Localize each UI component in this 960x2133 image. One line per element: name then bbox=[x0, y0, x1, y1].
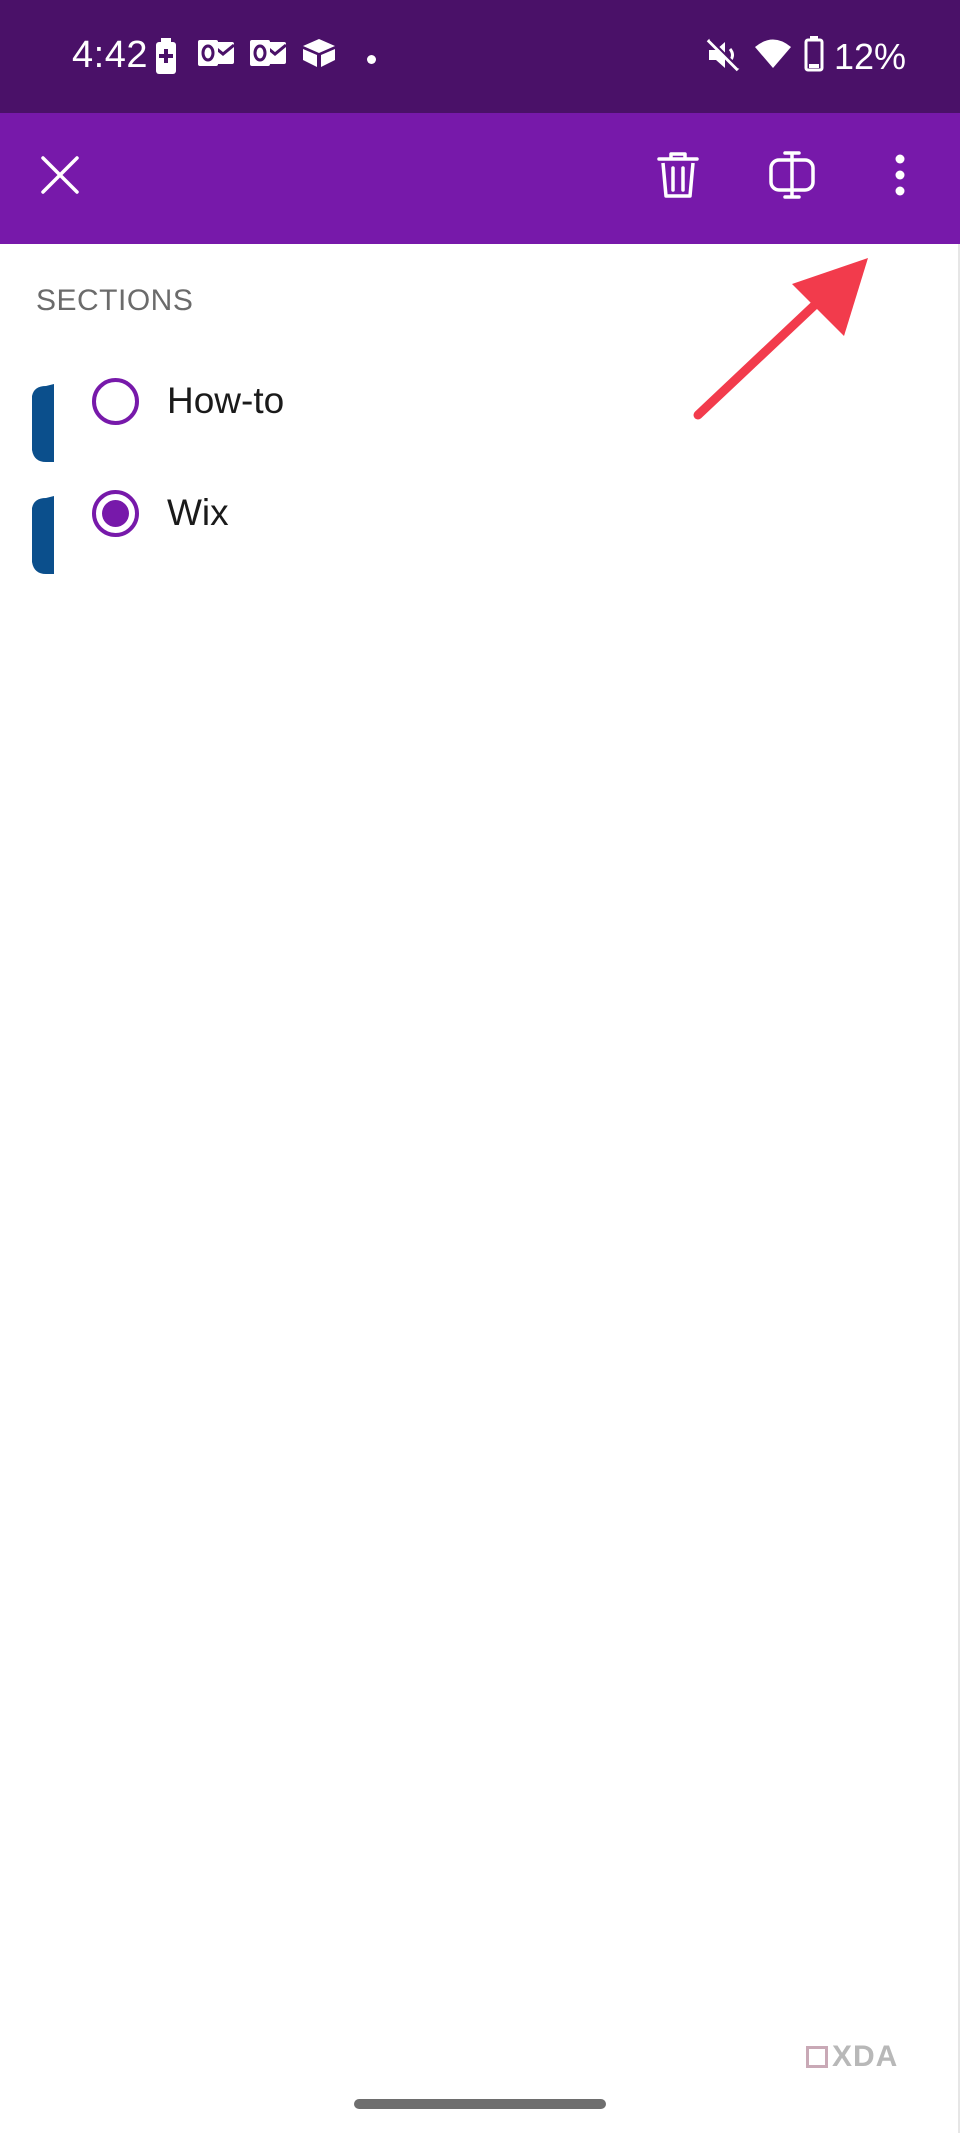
box-icon bbox=[302, 38, 336, 73]
delete-icon bbox=[657, 151, 699, 204]
battery-icon bbox=[804, 36, 824, 77]
section-label: Wix bbox=[167, 492, 229, 533]
delete-button[interactable] bbox=[648, 141, 708, 213]
split-view-button[interactable] bbox=[762, 141, 822, 213]
status-time: 4:42 bbox=[72, 34, 148, 76]
xda-watermark: XDA bbox=[806, 2040, 898, 2074]
red-arrow-annotation bbox=[690, 250, 880, 435]
more-options-button[interactable] bbox=[870, 141, 930, 213]
gesture-nav-bar[interactable] bbox=[354, 2099, 606, 2109]
outlook-icon bbox=[198, 38, 235, 73]
battery-saver-icon bbox=[154, 38, 178, 81]
outlook-icon bbox=[250, 38, 287, 73]
battery-percent: 12% bbox=[834, 36, 907, 77]
section-radio-how-to[interactable] bbox=[92, 378, 139, 425]
toolbar bbox=[0, 113, 960, 244]
watermark-logo-icon bbox=[806, 2046, 828, 2068]
close-button[interactable] bbox=[30, 141, 90, 213]
section-label: How-to bbox=[167, 380, 285, 421]
wifi-icon bbox=[754, 38, 792, 75]
dot-icon bbox=[367, 51, 376, 69]
close-icon bbox=[40, 155, 80, 200]
split-view-icon bbox=[768, 150, 816, 205]
section-tab-marker bbox=[28, 496, 54, 574]
section-tab-marker bbox=[28, 384, 54, 462]
mute-icon bbox=[706, 38, 740, 77]
watermark-text: XDA bbox=[832, 2040, 899, 2073]
status-bar: 4:42 12% bbox=[0, 0, 960, 113]
section-radio-wix[interactable] bbox=[92, 490, 139, 537]
section-item-wix[interactable]: Wix bbox=[0, 468, 940, 580]
sections-header: SECTIONS bbox=[36, 284, 194, 317]
more-options-icon bbox=[895, 154, 905, 201]
